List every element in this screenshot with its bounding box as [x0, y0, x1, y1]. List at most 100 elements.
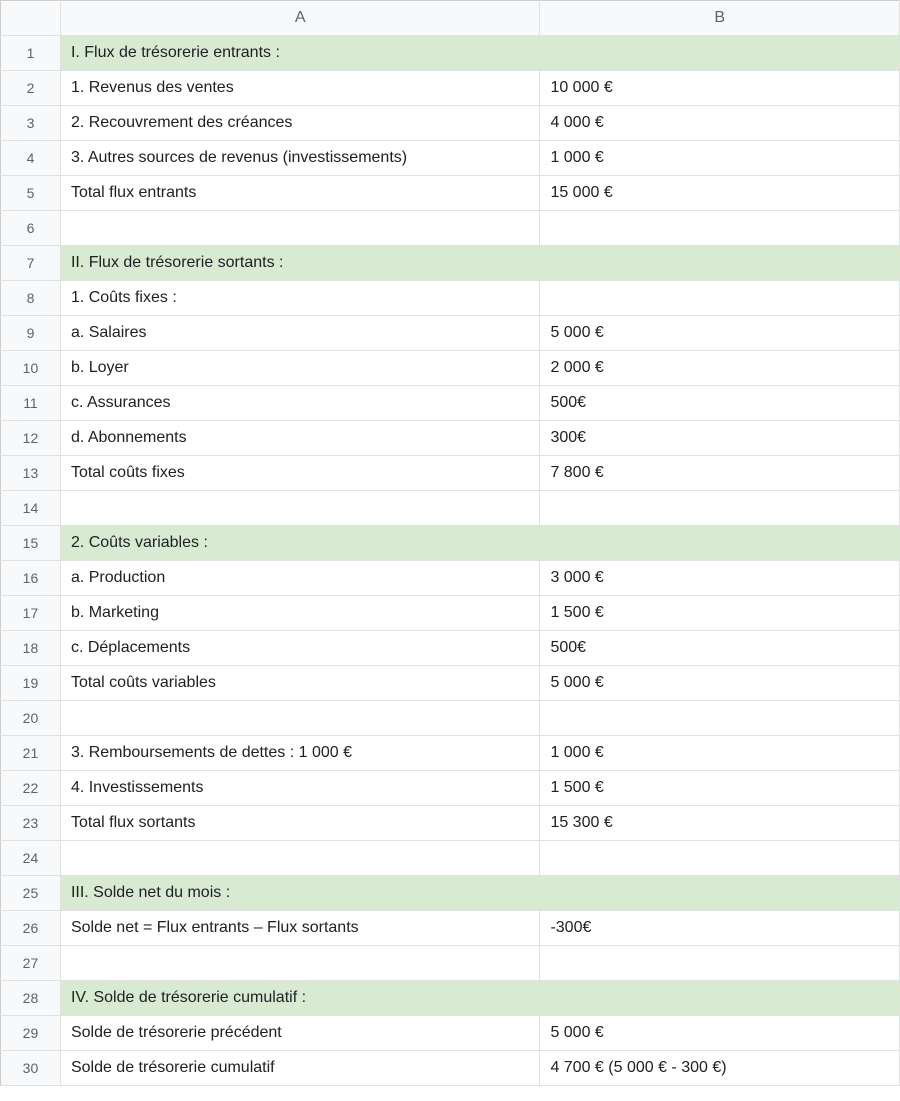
cell-B[interactable] [540, 211, 900, 246]
cell-B[interactable]: 300€ [540, 421, 900, 456]
cell-B[interactable] [540, 701, 900, 736]
cell-A[interactable]: IV. Solde de trésorerie cumulatif : [60, 981, 540, 1016]
row-number[interactable]: 26 [1, 911, 61, 946]
row-number[interactable]: 3 [1, 106, 61, 141]
table-row: 152. Coûts variables : [1, 526, 900, 561]
row-number[interactable]: 16 [1, 561, 61, 596]
cell-B[interactable] [540, 841, 900, 876]
table-row: 12d. Abonnements300€ [1, 421, 900, 456]
cell-B[interactable]: 5 000 € [540, 666, 900, 701]
cell-B[interactable]: 5 000 € [540, 1016, 900, 1051]
cell-B[interactable]: 4 000 € [540, 106, 900, 141]
row-number[interactable]: 20 [1, 701, 61, 736]
cell-A[interactable]: Total flux sortants [60, 806, 540, 841]
column-header-A[interactable]: A [60, 1, 540, 36]
cell-B[interactable]: 10 000 € [540, 71, 900, 106]
row-number[interactable]: 15 [1, 526, 61, 561]
cell-B[interactable]: -300€ [540, 911, 900, 946]
cell-A[interactable]: Solde de trésorerie cumulatif [60, 1051, 540, 1086]
row-number[interactable]: 2 [1, 71, 61, 106]
cell-B[interactable]: 4 700 € (5 000 € - 300 €) [540, 1051, 900, 1086]
row-number[interactable]: 17 [1, 596, 61, 631]
cell-A[interactable]: Solde de trésorerie précédent [60, 1016, 540, 1051]
cell-A[interactable]: b. Marketing [60, 596, 540, 631]
row-number[interactable]: 5 [1, 176, 61, 211]
cell-B[interactable]: 1 500 € [540, 771, 900, 806]
table-row: 6 [1, 211, 900, 246]
row-number[interactable]: 23 [1, 806, 61, 841]
table-row: 32. Recouvrement des créances4 000 € [1, 106, 900, 141]
row-number[interactable]: 27 [1, 946, 61, 981]
cell-B[interactable]: 1 000 € [540, 736, 900, 771]
row-number[interactable]: 14 [1, 491, 61, 526]
cell-B[interactable]: 500€ [540, 631, 900, 666]
cell-B[interactable]: 5 000 € [540, 316, 900, 351]
row-number[interactable]: 25 [1, 876, 61, 911]
row-number[interactable]: 6 [1, 211, 61, 246]
row-number[interactable]: 29 [1, 1016, 61, 1051]
cell-B[interactable]: 1 000 € [540, 141, 900, 176]
row-number[interactable]: 30 [1, 1051, 61, 1086]
cell-A[interactable]: a. Salaires [60, 316, 540, 351]
cell-A[interactable]: 3. Autres sources de revenus (investisse… [60, 141, 540, 176]
cell-B[interactable]: 2 000 € [540, 351, 900, 386]
row-number[interactable]: 7 [1, 246, 61, 281]
cell-B[interactable] [540, 946, 900, 981]
cell-A[interactable]: d. Abonnements [60, 421, 540, 456]
cell-A[interactable]: 1. Revenus des ventes [60, 71, 540, 106]
cell-A[interactable]: Total flux entrants [60, 176, 540, 211]
cell-A[interactable]: c. Déplacements [60, 631, 540, 666]
cell-B[interactable] [540, 281, 900, 316]
cell-B[interactable] [540, 491, 900, 526]
cell-A[interactable]: c. Assurances [60, 386, 540, 421]
row-number[interactable]: 9 [1, 316, 61, 351]
cell-B[interactable]: 15 300 € [540, 806, 900, 841]
cell-A[interactable]: a. Production [60, 561, 540, 596]
cell-A[interactable]: 2. Recouvrement des créances [60, 106, 540, 141]
table-row: 21. Revenus des ventes10 000 € [1, 71, 900, 106]
row-number[interactable]: 18 [1, 631, 61, 666]
spreadsheet-grid[interactable]: A B 1I. Flux de trésorerie entrants :21.… [0, 0, 900, 1086]
row-number[interactable]: 13 [1, 456, 61, 491]
row-number[interactable]: 22 [1, 771, 61, 806]
cell-B[interactable]: 15 000 € [540, 176, 900, 211]
cell-B[interactable] [540, 246, 900, 281]
cell-B[interactable] [540, 36, 900, 71]
cell-A[interactable] [60, 946, 540, 981]
row-number[interactable]: 11 [1, 386, 61, 421]
cell-B[interactable] [540, 981, 900, 1016]
cell-A[interactable]: 1. Coûts fixes : [60, 281, 540, 316]
cell-B[interactable]: 3 000 € [540, 561, 900, 596]
cell-B[interactable]: 7 800 € [540, 456, 900, 491]
cell-B[interactable]: 1 500 € [540, 596, 900, 631]
cell-A[interactable] [60, 211, 540, 246]
cell-A[interactable]: II. Flux de trésorerie sortants : [60, 246, 540, 281]
cell-A[interactable]: 4. Investissements [60, 771, 540, 806]
cell-A[interactable]: Total coûts variables [60, 666, 540, 701]
cell-B[interactable] [540, 526, 900, 561]
row-number[interactable]: 4 [1, 141, 61, 176]
row-number[interactable]: 1 [1, 36, 61, 71]
cell-A[interactable]: Total coûts fixes [60, 456, 540, 491]
cell-A[interactable]: 3. Remboursements de dettes : 1 000 € [60, 736, 540, 771]
row-number[interactable]: 19 [1, 666, 61, 701]
select-all-corner[interactable] [1, 1, 61, 36]
row-number[interactable]: 21 [1, 736, 61, 771]
cell-A[interactable]: 2. Coûts variables : [60, 526, 540, 561]
cell-A[interactable]: b. Loyer [60, 351, 540, 386]
row-number[interactable]: 28 [1, 981, 61, 1016]
column-header-B[interactable]: B [540, 1, 900, 36]
table-row: 1I. Flux de trésorerie entrants : [1, 36, 900, 71]
row-number[interactable]: 8 [1, 281, 61, 316]
row-number[interactable]: 12 [1, 421, 61, 456]
cell-A[interactable] [60, 841, 540, 876]
cell-A[interactable] [60, 701, 540, 736]
cell-A[interactable]: III. Solde net du mois : [60, 876, 540, 911]
row-number[interactable]: 10 [1, 351, 61, 386]
cell-B[interactable]: 500€ [540, 386, 900, 421]
cell-B[interactable] [540, 876, 900, 911]
row-number[interactable]: 24 [1, 841, 61, 876]
cell-A[interactable]: I. Flux de trésorerie entrants : [60, 36, 540, 71]
cell-A[interactable] [60, 491, 540, 526]
cell-A[interactable]: Solde net = Flux entrants – Flux sortant… [60, 911, 540, 946]
